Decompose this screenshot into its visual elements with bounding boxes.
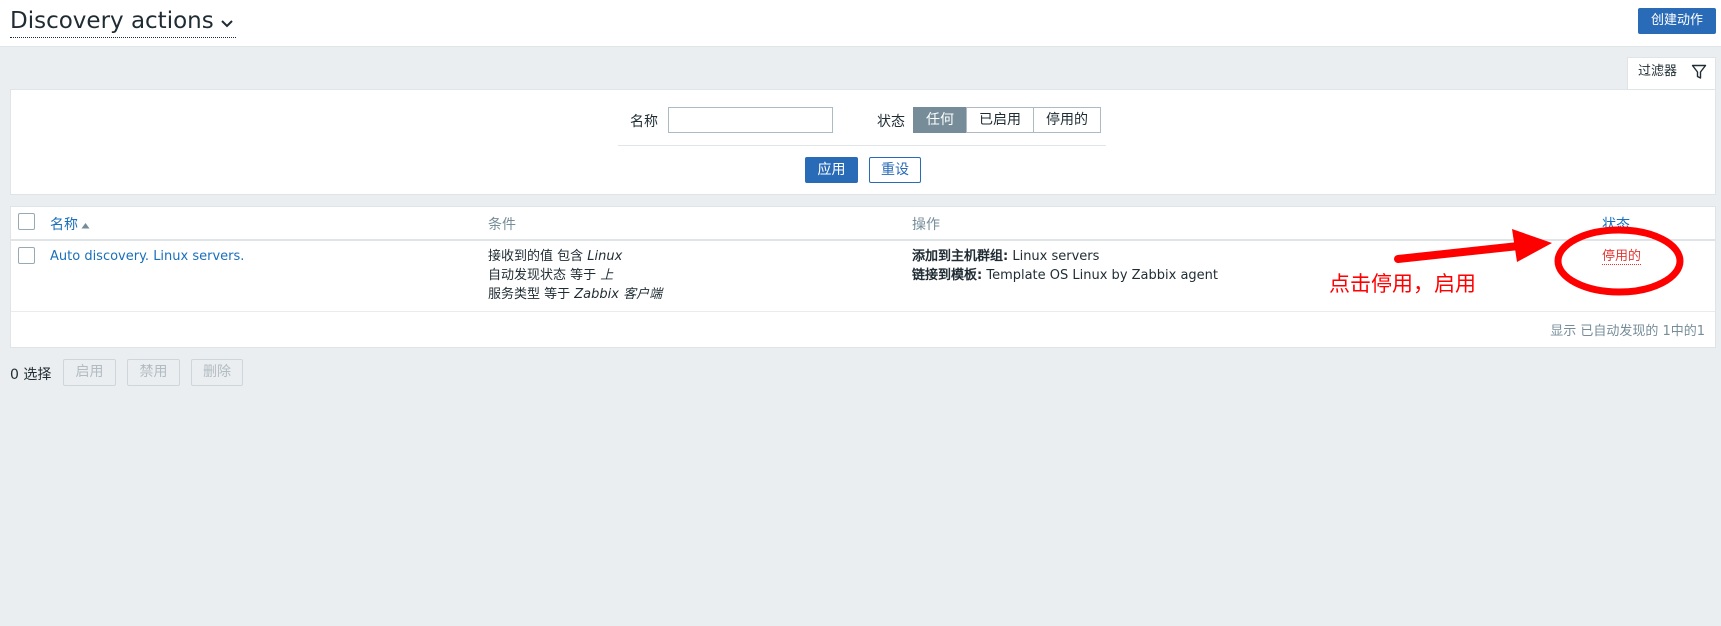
operations-cell: 添加到主机群组: Linux servers 链接到模板: Template O… bbox=[912, 247, 1218, 285]
status-toggle-link[interactable]: 停用的 bbox=[1602, 249, 1642, 265]
reset-button[interactable]: 重设 bbox=[869, 157, 921, 183]
page-header: Discovery actions 创建动作 bbox=[0, 0, 1721, 47]
mass-enable-button[interactable]: 启用 bbox=[63, 359, 116, 386]
mass-delete-button[interactable]: 删除 bbox=[191, 359, 243, 386]
filter-divider bbox=[618, 145, 1106, 146]
filter-icon bbox=[1691, 63, 1707, 91]
condition-line: 接收到的值 包含 Linux bbox=[488, 249, 623, 264]
column-header-name[interactable]: 名称 bbox=[50, 214, 90, 234]
status-cell: 停用的 bbox=[1602, 247, 1642, 266]
page-title: Discovery actions bbox=[10, 8, 214, 34]
column-header-status[interactable]: 状态 bbox=[1602, 214, 1630, 234]
condition-line: 自动发现状态 等于 上 bbox=[488, 268, 614, 283]
status-option-disabled[interactable]: 停用的 bbox=[1033, 107, 1101, 133]
sort-asc-icon bbox=[81, 217, 90, 233]
condition-line: 服务类型 等于 Zabbix 客户端 bbox=[488, 287, 663, 302]
name-filter-label: 名称 bbox=[630, 114, 658, 130]
status-segmented-control: 任何 已启用 停用的 bbox=[913, 107, 1101, 133]
status-filter-label: 状态 bbox=[877, 114, 905, 130]
table-header-divider bbox=[11, 239, 1715, 241]
status-option-enabled[interactable]: 已启用 bbox=[966, 107, 1034, 133]
operation-line: 链接到模板: Template OS Linux by Zabbix agent bbox=[912, 268, 1219, 283]
select-all-checkbox[interactable] bbox=[18, 213, 35, 230]
annotation-text: 点击停用，启用 bbox=[1329, 272, 1476, 296]
selected-count: 0 选择 bbox=[10, 367, 52, 383]
status-option-any[interactable]: 任何 bbox=[913, 107, 967, 133]
create-action-button[interactable]: 创建动作 bbox=[1638, 8, 1716, 34]
filter-tab[interactable]: 过滤器 bbox=[1627, 57, 1716, 90]
table-footer-count: 显示 已自动发现的 1中的1 bbox=[1550, 324, 1705, 339]
column-header-conditions: 条件 bbox=[488, 217, 516, 233]
row-divider bbox=[11, 311, 1715, 312]
apply-button[interactable]: 应用 bbox=[805, 157, 858, 183]
column-header-operations: 操作 bbox=[912, 217, 940, 233]
operation-line: 添加到主机群组: Linux servers bbox=[912, 249, 1100, 264]
action-name-link[interactable]: Auto discovery. Linux servers. bbox=[50, 247, 244, 266]
chevron-down-icon bbox=[220, 7, 234, 37]
mass-disable-button[interactable]: 禁用 bbox=[127, 359, 180, 386]
filter-panel bbox=[10, 89, 1716, 195]
filter-tab-label: 过滤器 bbox=[1638, 64, 1678, 79]
row-checkbox[interactable] bbox=[18, 247, 35, 264]
page-title-dropdown[interactable]: Discovery actions bbox=[10, 6, 236, 38]
name-filter-input[interactable] bbox=[668, 107, 833, 133]
conditions-cell: 接收到的值 包含 Linux 自动发现状态 等于 上 服务类型 等于 Zabbi… bbox=[488, 247, 662, 304]
